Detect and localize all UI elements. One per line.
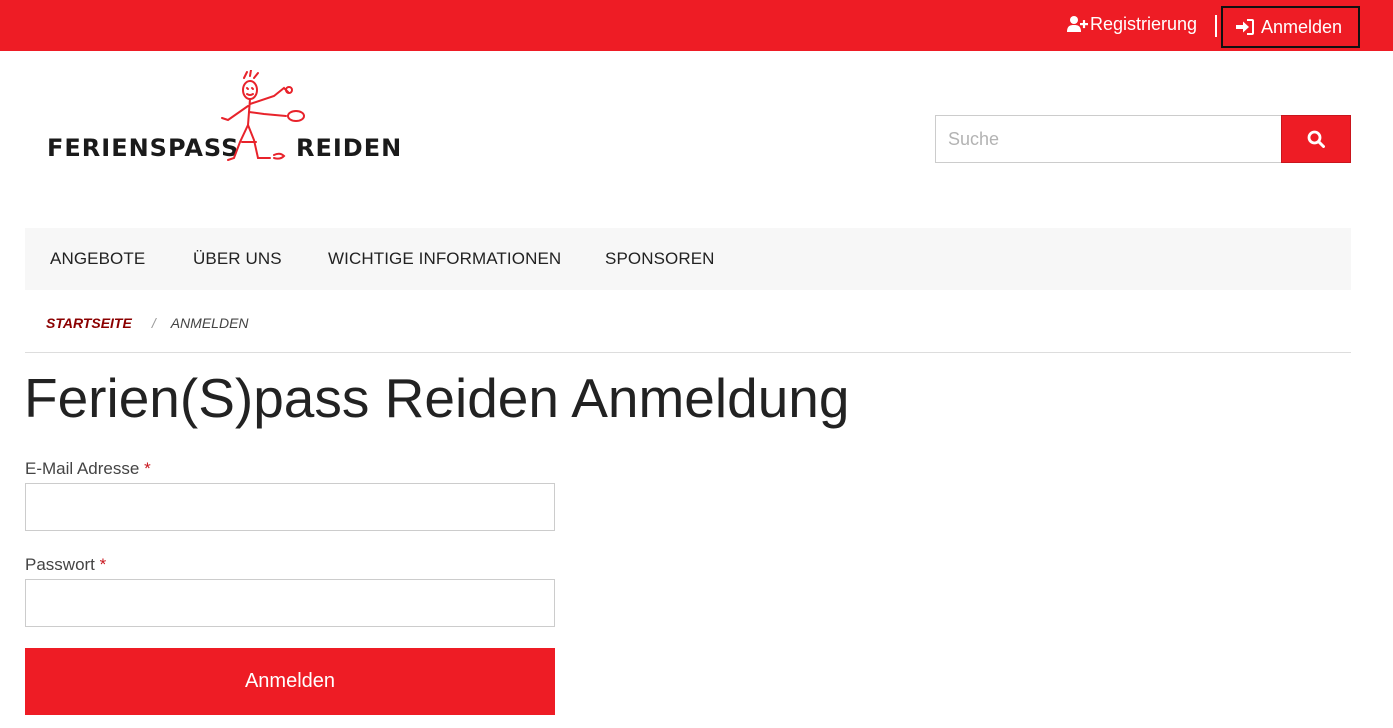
register-link[interactable]: Registrierung [1066, 0, 1197, 48]
login-submit-button[interactable]: Anmelden [25, 648, 555, 715]
top-bar: Registrierung Anmelden [0, 0, 1393, 51]
sign-in-icon [1236, 19, 1254, 35]
search-input[interactable] [935, 115, 1282, 163]
breadcrumb-divider [25, 352, 1351, 353]
logo-text-left: FERIENSPASS [47, 134, 240, 162]
email-required-marker: * [144, 459, 151, 478]
breadcrumb: STARTSEITE / ANMELDEN [46, 314, 249, 332]
nav-item-ueber-uns[interactable]: ÜBER UNS [193, 228, 282, 290]
nav-item-wichtige-informationen[interactable]: WICHTIGE INFORMATIONEN [328, 228, 561, 290]
search-button[interactable] [1281, 115, 1351, 163]
password-label: Passwort * [25, 555, 106, 575]
email-label-text: E-Mail Adresse [25, 459, 140, 478]
login-link[interactable]: Anmelden [1221, 6, 1360, 48]
page-title: Ferien(S)pass Reiden Anmeldung [24, 367, 850, 429]
register-label: Registrierung [1090, 13, 1198, 34]
search-icon [1307, 130, 1325, 148]
password-field[interactable] [25, 579, 555, 627]
main-nav: ANGEBOTE ÜBER UNS WICHTIGE INFORMATIONEN… [25, 228, 1351, 290]
password-required-marker: * [99, 555, 107, 574]
topbar-separator [1215, 15, 1217, 37]
logo-text-right: REIDEN [296, 134, 403, 162]
site-logo[interactable]: FERIENSPASS REIDEN [44, 70, 409, 170]
nav-item-angebote[interactable]: ANGEBOTE [50, 228, 145, 290]
nav-item-sponsoren[interactable]: SPONSOREN [605, 228, 715, 290]
email-field[interactable] [25, 483, 555, 531]
login-label: Anmelden [1261, 16, 1343, 37]
breadcrumb-separator: / [151, 315, 156, 331]
email-label: E-Mail Adresse * [25, 459, 151, 479]
user-plus-icon [1067, 16, 1088, 32]
breadcrumb-current: ANMELDEN [170, 315, 249, 331]
breadcrumb-home-link[interactable]: STARTSEITE [46, 315, 132, 331]
password-label-text: Passwort [25, 555, 95, 574]
